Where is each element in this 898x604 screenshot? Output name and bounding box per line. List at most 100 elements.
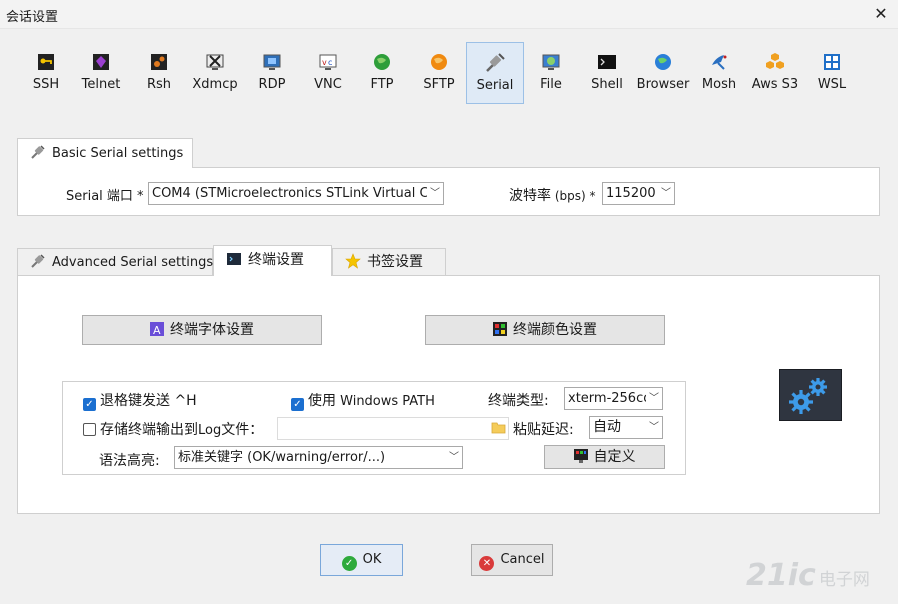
paste-delay-label: 粘贴延迟: [513, 422, 574, 438]
protocol-ssh-button[interactable]: SSH [17, 42, 75, 104]
protocol-telnet-button[interactable]: Telnet [72, 42, 130, 104]
button-label: 终端颜色设置 [513, 322, 597, 338]
file-monitor-icon [542, 54, 560, 70]
protocol-label: FTP [370, 77, 394, 92]
protocol-label: Rsh [146, 77, 172, 92]
protocol-label: File [540, 77, 562, 92]
protocol-ftp-button[interactable]: FTP [353, 42, 411, 104]
telnet-icon [93, 54, 109, 70]
tab-bookmark-settings[interactable]: 书签设置 [332, 248, 446, 276]
palette-icon [493, 322, 507, 336]
star-icon [345, 253, 361, 269]
folder-icon[interactable] [491, 421, 506, 434]
protocol-label: Mosh [701, 77, 737, 92]
tab-label: 书签设置 [367, 254, 423, 270]
xdmcp-icon [206, 54, 224, 70]
protocol-wsl-button[interactable]: WSL [803, 42, 861, 104]
protocol-label: VNC [314, 77, 342, 92]
protocol-file-button[interactable]: File [522, 42, 580, 104]
terminal-color-button[interactable]: 终端颜色设置 [425, 315, 665, 345]
protocol-label: Shell [591, 77, 623, 92]
button-label: Cancel [500, 552, 545, 567]
tab-label: Advanced Serial settings [52, 255, 214, 270]
log-checkbox[interactable] [83, 423, 96, 436]
protocol-label: RDP [258, 77, 286, 92]
paste-delay-value: 自动 [593, 419, 621, 435]
protocol-label: Telnet [81, 77, 121, 92]
watermark: 21ic 电子网 [746, 558, 870, 593]
protocol-label: SFTP [423, 77, 455, 92]
protocol-rdp-button[interactable]: RDP [243, 42, 301, 104]
key-icon [38, 54, 54, 70]
serial-port-select[interactable]: COM4 (STMicroelectronics STLink Virtual … [148, 182, 444, 205]
protocol-sftp-button[interactable]: SFTP [410, 42, 468, 104]
chevron-down-icon: ﹀ [449, 452, 459, 463]
terminal-color-icon [573, 449, 588, 463]
log-option[interactable]: 存储终端输出到Log文件： [83, 419, 263, 439]
terminal-icon [598, 55, 616, 69]
button-label: 终端字体设置 [170, 322, 254, 338]
tab-advanced-serial-settings[interactable]: Advanced Serial settings [17, 248, 213, 276]
baud-rate-select[interactable]: 115200 ﹀ [602, 182, 675, 205]
chevron-down-icon: ﹀ [649, 422, 659, 433]
chevron-down-icon: ﹀ [661, 188, 671, 199]
svg-text:v: v [322, 58, 327, 67]
ok-button[interactable]: ✓ OK [320, 544, 403, 576]
button-label: OK [362, 552, 382, 567]
protocol-label: SSH [32, 77, 60, 92]
tab-label: Basic Serial settings [52, 146, 184, 161]
customize-button[interactable]: 自定义 [544, 445, 665, 469]
syntax-highlight-select[interactable]: 标准关键字 (OK/warning/error/...) ﹀ [174, 446, 463, 469]
svg-text:A: A [153, 324, 161, 336]
protocol-label: WSL [817, 77, 847, 92]
protocol-serial-button[interactable]: Serial [466, 42, 524, 104]
protocol-shell-button[interactable]: Shell [578, 42, 636, 104]
terminal-type-value: xterm-256color [568, 391, 646, 406]
serial-port-label: Serial 端口 * [66, 189, 144, 204]
log-path-input[interactable] [277, 417, 509, 440]
title-bar [0, 0, 898, 29]
chevron-down-icon: ﹀ [430, 188, 440, 199]
protocol-label: Aws S3 [751, 77, 799, 92]
basic-settings-panel [17, 167, 880, 216]
backspace-option[interactable]: ✓ 退格键发送 ^H [83, 390, 197, 411]
backspace-checkbox[interactable]: ✓ [83, 398, 96, 411]
protocol-rsh-button[interactable]: Rsh [130, 42, 188, 104]
windows-icon [824, 54, 840, 70]
protocol-aws-s3-button[interactable]: Aws S3 [746, 42, 804, 104]
watermark-sub: 电子网 [818, 570, 870, 590]
font-icon: A [150, 322, 164, 336]
protocol-xdmcp-button[interactable]: Xdmcp [186, 42, 244, 104]
protocol-mosh-button[interactable]: Mosh [690, 42, 748, 104]
backspace-label: 退格键发送 ^H [100, 393, 197, 409]
baud-rate-label: 波特率 (bps) * [509, 188, 596, 204]
globe-icon [374, 54, 390, 70]
protocol-vnc-button[interactable]: v c VNC [299, 42, 357, 104]
settings-gears-icon [779, 369, 842, 421]
vnc-icon: vc [319, 54, 337, 70]
syntax-highlight-value: 标准关键字 (OK/warning/error/...) [178, 450, 386, 465]
windows-path-checkbox[interactable]: ✓ [291, 398, 304, 411]
browser-globe-icon [655, 54, 671, 70]
tab-label: 终端设置 [248, 252, 304, 268]
window-title: 会话设置 [6, 10, 59, 25]
tab-terminal-settings[interactable]: 终端设置 [213, 245, 332, 276]
terminal-type-select[interactable]: xterm-256color﹀ [564, 387, 663, 410]
syntax-highlight-label: 语法高亮: [99, 453, 160, 469]
close-button[interactable]: ✕ [870, 3, 892, 25]
serial-plug-icon [31, 145, 45, 159]
terminal-font-button[interactable]: A 终端字体设置 [82, 315, 322, 345]
tab-basic-serial-settings[interactable]: Basic Serial settings [17, 138, 193, 168]
serial-port-value: COM4 (STMicroelectronics STLink Virtual … [152, 186, 427, 201]
svg-text:c: c [328, 58, 332, 67]
cancel-x-icon: ✕ [479, 556, 495, 571]
terminal-icon [227, 253, 241, 265]
cancel-button[interactable]: ✕ Cancel [471, 544, 553, 576]
baud-rate-value: 115200 [606, 186, 656, 201]
paste-delay-select[interactable]: 自动 ﹀ [589, 416, 663, 439]
chevron-down-icon: ﹀ [649, 393, 659, 404]
aws-cubes-icon [766, 53, 784, 69]
protocol-browser-button[interactable]: Browser [634, 42, 692, 104]
windows-path-option[interactable]: ✓ 使用 Windows PATH [291, 390, 435, 411]
satellite-icon [712, 55, 727, 70]
